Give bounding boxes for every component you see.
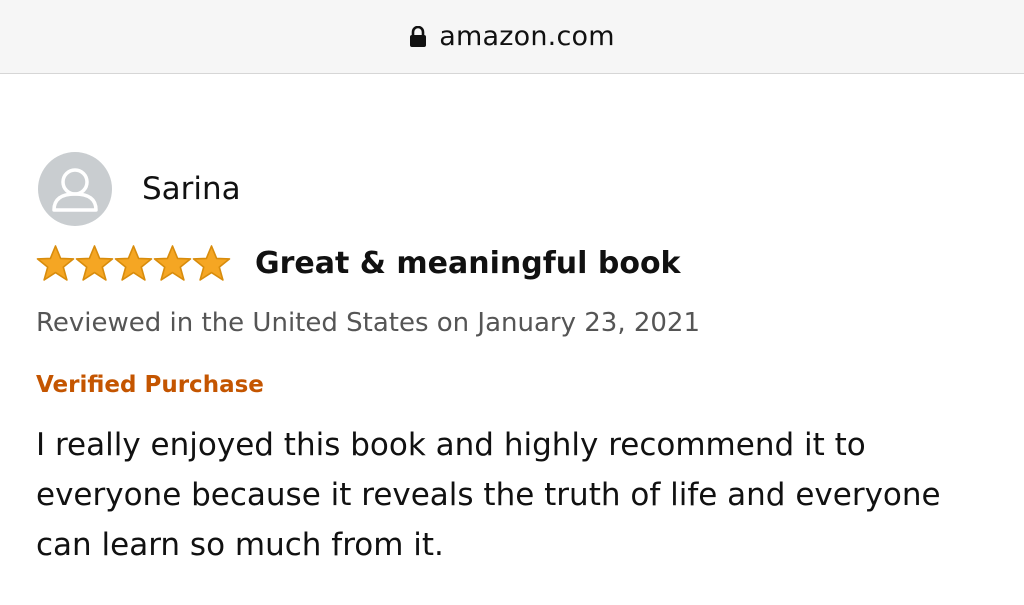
verified-purchase-badge: Verified Purchase bbox=[36, 372, 264, 398]
rating-row: Great & meaningful book bbox=[36, 244, 681, 283]
review-body: I really enjoyed this book and highly re… bbox=[36, 427, 941, 563]
review-date: Reviewed in the United States on January… bbox=[36, 308, 701, 338]
star-icon bbox=[192, 245, 231, 281]
star-icon bbox=[114, 245, 153, 281]
star-icon bbox=[153, 245, 192, 281]
reviewer-name: Sarina bbox=[142, 171, 241, 207]
star-icon bbox=[36, 245, 75, 281]
lock-icon bbox=[410, 25, 427, 47]
review-title[interactable]: Great & meaningful book bbox=[255, 246, 681, 281]
star-icon bbox=[75, 245, 114, 281]
reviewer-profile[interactable]: Sarina bbox=[38, 152, 241, 226]
address-bar-content[interactable]: amazon.com bbox=[409, 21, 615, 52]
star-rating[interactable] bbox=[36, 244, 231, 283]
review-card: Sarina Great & meaningful book Reviewed … bbox=[0, 74, 1024, 605]
address-bar[interactable]: amazon.com bbox=[0, 0, 1024, 74]
user-avatar-icon bbox=[38, 152, 112, 226]
url-text: amazon.com bbox=[439, 21, 615, 52]
